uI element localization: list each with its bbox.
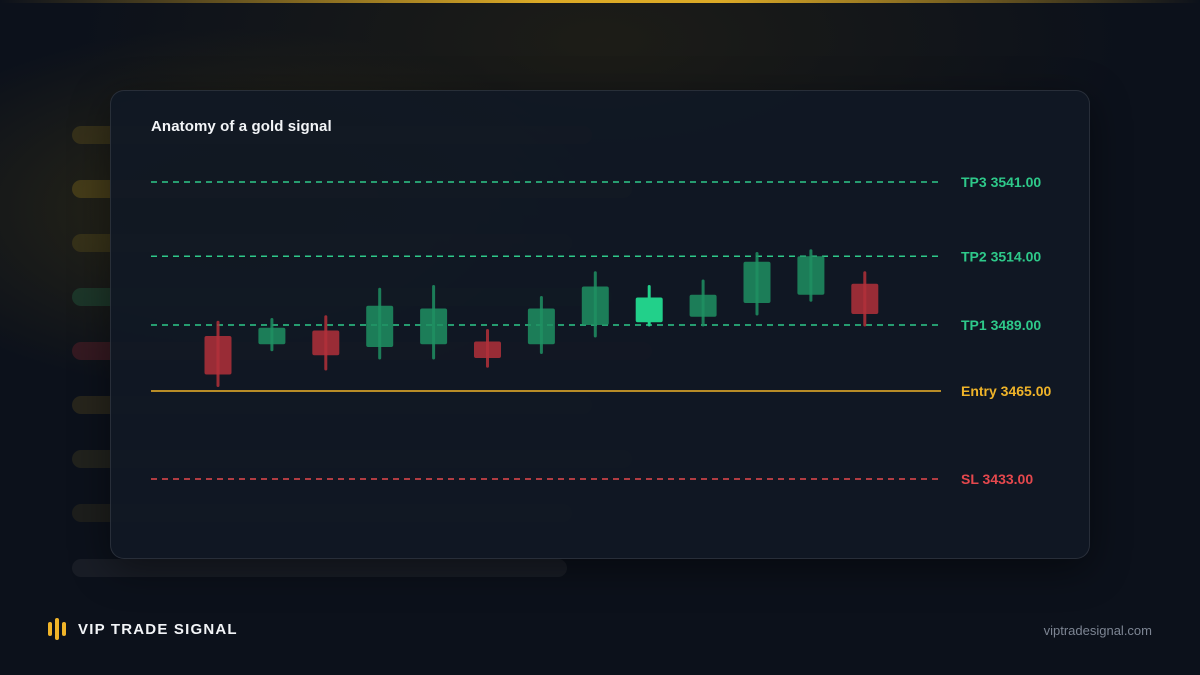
chart-card: Anatomy of a gold signal TP3 3541.00 TP2 … <box>110 90 1090 559</box>
bullish-candle <box>420 308 448 345</box>
tp2-level-label: TP2 3514.00 <box>961 248 1041 264</box>
slide: Anatomy of a gold signal TP3 3541.00 TP2 … <box>0 0 1200 675</box>
bullish-candle <box>581 286 609 325</box>
ghost-bar <box>72 559 567 577</box>
bullish-candle <box>797 256 825 295</box>
brand-name: VIP TRADE SIGNAL <box>78 620 238 638</box>
bearish-candle <box>204 336 232 375</box>
site-url: viptradesignal.com <box>1043 623 1152 638</box>
brand: VIP TRADE SIGNAL <box>48 618 238 640</box>
bearish-candle <box>474 341 501 358</box>
bullish-candle <box>366 305 394 347</box>
bullish-candle <box>527 308 555 345</box>
top-glow-divider <box>0 0 1200 3</box>
sl-level-label: SL 3433.00 <box>961 471 1033 487</box>
bullish-candle <box>689 294 717 317</box>
bullish-candle <box>635 297 663 323</box>
bearish-candle <box>851 283 879 314</box>
tp1-level-label: TP1 3489.00 <box>961 317 1041 333</box>
bars-logo-icon <box>48 618 70 640</box>
bullish-candle <box>258 327 286 345</box>
candlestick-chart: TP3 3541.00 TP2 3514.00 TP1 3489.00 Entry 3… <box>151 174 1051 487</box>
entry-level-label: Entry 3465.00 <box>961 383 1051 399</box>
bearish-candle <box>312 330 340 356</box>
tp3-level-label: TP3 3541.00 <box>961 174 1041 190</box>
bullish-candle <box>743 261 771 303</box>
